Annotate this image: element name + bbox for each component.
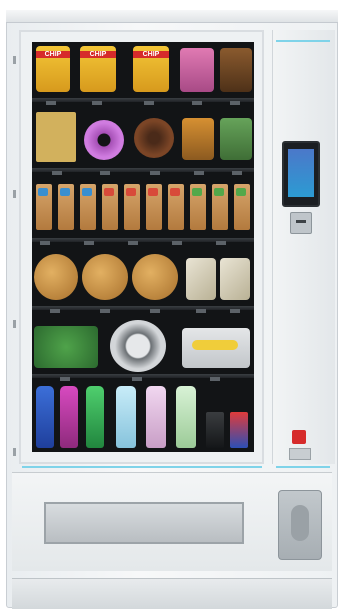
price-tag xyxy=(216,241,226,245)
cup-label xyxy=(214,188,224,196)
cup-label xyxy=(170,188,180,196)
price-tag xyxy=(210,377,220,381)
banana-icon xyxy=(192,340,238,350)
price-tag xyxy=(52,171,62,175)
product-bottle[interactable] xyxy=(86,386,104,448)
chip-brand-label: CHIP xyxy=(36,51,70,58)
price-tag xyxy=(232,171,242,175)
accent-light xyxy=(276,466,330,468)
cup-label xyxy=(192,188,202,196)
accent-light xyxy=(22,466,262,468)
product-can[interactable] xyxy=(230,412,248,448)
cup-label xyxy=(38,188,48,196)
card-reader[interactable] xyxy=(290,212,312,234)
cup-label xyxy=(236,188,246,196)
cup-label xyxy=(148,188,158,196)
chip-brand-label: CHIP xyxy=(80,51,116,58)
product-sandwich[interactable] xyxy=(82,254,128,300)
product-bottle[interactable] xyxy=(146,386,166,448)
price-tag xyxy=(40,241,50,245)
product-bottle[interactable] xyxy=(176,386,196,448)
product-wrap[interactable] xyxy=(186,258,216,300)
price-tag xyxy=(128,241,138,245)
price-tag xyxy=(194,171,204,175)
machine-base xyxy=(12,578,332,609)
product-pastry-box[interactable] xyxy=(36,112,76,162)
product-donut[interactable] xyxy=(134,118,174,158)
product-cup[interactable] xyxy=(190,184,206,230)
price-tag xyxy=(172,241,182,245)
product-chip-bag[interactable]: CHIP xyxy=(36,46,70,92)
price-tag xyxy=(46,101,56,105)
price-tag xyxy=(150,171,160,175)
product-chip-bag[interactable]: CHIP xyxy=(80,46,116,92)
product-wrap[interactable] xyxy=(220,258,250,300)
product-snack-bag[interactable] xyxy=(182,118,214,160)
card-slot xyxy=(296,220,306,223)
hinge xyxy=(13,56,16,64)
product-fruit-tray[interactable] xyxy=(182,328,250,368)
shelf-rail xyxy=(32,306,254,310)
product-salad[interactable] xyxy=(34,326,98,368)
product-sandwich[interactable] xyxy=(34,254,78,300)
hinge xyxy=(13,190,16,198)
shelf-rail xyxy=(32,168,254,172)
price-tag xyxy=(230,101,240,105)
hinge xyxy=(13,320,16,328)
brand-logo xyxy=(292,430,306,444)
chip-brand-label: CHIP xyxy=(133,51,169,58)
product-can[interactable] xyxy=(206,412,224,448)
product-chip-bag[interactable]: CHIP xyxy=(133,46,169,92)
accent-light xyxy=(276,40,330,42)
coin-slot[interactable] xyxy=(291,505,309,541)
touch-screen[interactable] xyxy=(282,141,320,207)
screen-display[interactable] xyxy=(288,149,314,197)
product-snack-bag[interactable] xyxy=(220,118,252,160)
product-cup[interactable] xyxy=(80,184,96,230)
product-cup[interactable] xyxy=(168,184,184,230)
price-tag xyxy=(132,377,142,381)
product-cup[interactable] xyxy=(58,184,74,230)
product-cup[interactable] xyxy=(146,184,162,230)
price-tag xyxy=(192,101,202,105)
product-sandwich[interactable] xyxy=(132,254,178,300)
price-tag xyxy=(100,171,110,175)
product-cup[interactable] xyxy=(234,184,250,230)
product-window: CHIP CHIP CHIP xyxy=(32,42,254,452)
hinge xyxy=(13,448,16,456)
top-cap xyxy=(6,10,338,23)
cup-label xyxy=(60,188,70,196)
product-donut[interactable] xyxy=(84,120,124,160)
product-cup[interactable] xyxy=(124,184,140,230)
cup-label xyxy=(82,188,92,196)
price-tag xyxy=(196,309,206,313)
product-cup[interactable] xyxy=(212,184,228,230)
price-tag xyxy=(84,241,94,245)
delivery-hatch[interactable] xyxy=(44,502,244,544)
product-cup[interactable] xyxy=(102,184,118,230)
control-panel xyxy=(272,30,335,464)
cup-label xyxy=(126,188,136,196)
product-bottle[interactable] xyxy=(60,386,78,448)
price-tag xyxy=(50,309,60,313)
price-tag xyxy=(60,377,70,381)
product-salad-bowl[interactable] xyxy=(110,320,166,372)
product-snack-bag[interactable] xyxy=(180,48,214,92)
product-cup[interactable] xyxy=(36,184,52,230)
cup-label xyxy=(104,188,114,196)
price-tag xyxy=(144,101,154,105)
product-snack-bag[interactable] xyxy=(220,48,252,92)
coin-return-tray[interactable] xyxy=(278,490,322,560)
price-tag xyxy=(100,309,110,313)
coin-return-button[interactable] xyxy=(289,448,311,460)
shelf-rail xyxy=(32,98,254,102)
product-bottle[interactable] xyxy=(36,386,54,448)
price-tag xyxy=(92,101,102,105)
price-tag xyxy=(230,309,240,313)
price-tag xyxy=(150,309,160,313)
product-bottle[interactable] xyxy=(116,386,136,448)
